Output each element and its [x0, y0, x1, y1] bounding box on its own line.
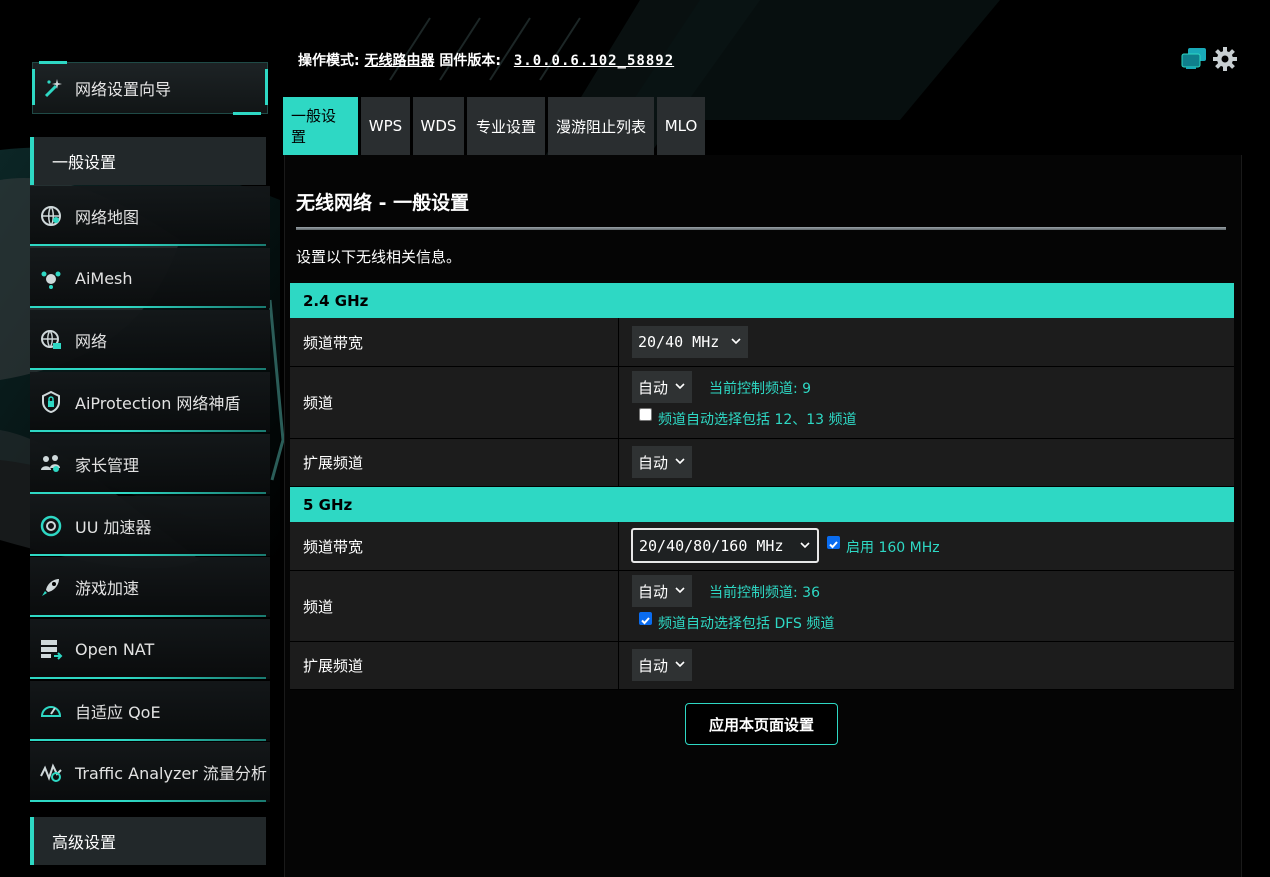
sidebar-item-label: AiMesh — [75, 268, 133, 288]
sidebar-item-traffic-analyzer[interactable]: Traffic Analyzer 流量分析 — [30, 742, 270, 802]
channel-label: 频道 — [290, 571, 619, 641]
chevron-down-icon — [675, 587, 685, 594]
bandwidth-label: 频道带宽 — [290, 522, 619, 570]
title-divider — [296, 227, 1226, 230]
chevron-down-icon — [675, 383, 685, 390]
auto-include-dfs-checkbox[interactable] — [639, 612, 652, 625]
chevron-down-icon — [731, 338, 741, 345]
section-advanced-settings[interactable]: 高级设置 — [30, 817, 266, 865]
page-description: 设置以下无线相关信息。 — [296, 248, 462, 266]
chevron-down-icon — [675, 458, 685, 465]
sidebar-item-label: 网络地图 — [75, 208, 140, 227]
aimesh-icon — [38, 265, 64, 291]
traffic-analyzer-icon — [38, 759, 64, 785]
sidebar-item-network[interactable]: 网络 — [30, 310, 270, 370]
current-channel-5: 当前控制频道: 36 — [709, 585, 820, 601]
enable-160mhz-label[interactable]: 启用 160 MHz — [846, 537, 940, 557]
sidebar-item-aiprotection[interactable]: AiProtection 网络神盾 — [30, 372, 270, 432]
sidebar: 网络设置向导 一般设置 网络地图 AiMesh 网络 AiProtection … — [0, 0, 280, 877]
chevron-down-icon — [800, 542, 810, 549]
extension-channel-label: 扩展频道 — [290, 439, 619, 486]
channel-24-value: 自动 — [638, 378, 669, 397]
bandwidth-label: 频道带宽 — [290, 318, 619, 366]
speedometer-icon — [38, 698, 64, 724]
chevron-down-icon — [675, 661, 685, 668]
sidebar-item-adaptive-qoe[interactable]: 自适应 QoE — [30, 681, 270, 741]
sidebar-item-parental-control[interactable]: 家长管理 — [30, 434, 270, 494]
sidebar-item-label: 家长管理 — [75, 456, 140, 475]
sidebar-item-label: Traffic Analyzer 流量分析 — [75, 764, 267, 783]
sidebar-item-label: 自适应 QoE — [75, 703, 161, 722]
wizard-wand-icon — [41, 75, 67, 101]
tab-roaming-block-list[interactable]: 漫游阻止列表 — [548, 97, 654, 155]
enable-160mhz-checkbox[interactable] — [827, 536, 840, 549]
globe-map-icon — [38, 203, 64, 229]
uu-accelerator-icon — [38, 513, 64, 539]
network-setup-wizard-button[interactable]: 网络设置向导 — [32, 61, 268, 115]
auto-include-dfs-label[interactable]: 频道自动选择包括 DFS 频道 — [658, 613, 834, 633]
sidebar-item-game-boost[interactable]: 游戏加速 — [30, 557, 270, 617]
extension-5-select[interactable]: 自动 — [632, 649, 692, 681]
operation-mode-link[interactable]: 无线路由器 — [364, 53, 434, 69]
band-header-24ghz: 2.4 GHz — [290, 283, 1234, 318]
operation-mode-label: 操作模式: — [298, 53, 360, 69]
sidebar-item-label: Open NAT — [75, 639, 155, 659]
channel-5-value: 自动 — [638, 582, 669, 601]
sidebar-item-label: AiProtection 网络神盾 — [75, 394, 241, 413]
open-nat-icon — [38, 636, 64, 662]
bandwidth-5-select[interactable]: 20/40/80/160 MHz — [631, 528, 819, 563]
firmware-label: 固件版本: — [439, 53, 501, 69]
extension-24-select[interactable]: 自动 — [632, 446, 692, 478]
tab-general[interactable]: 一般设置 — [283, 97, 358, 155]
row-24-extension: 扩展频道 自动 — [290, 439, 1234, 487]
bandwidth-5-value: 20/40/80/160 MHz — [639, 536, 784, 555]
row-5-bandwidth: 频道带宽 20/40/80/160 MHz 启用 160 MHz — [290, 522, 1234, 571]
status-bar: 操作模式: 无线路由器 固件版本: 3.0.0.6.102_58892 — [298, 50, 674, 70]
row-24-bandwidth: 频道带宽 20/40 MHz — [290, 318, 1234, 367]
sidebar-item-label: UU 加速器 — [75, 518, 152, 537]
top-icons — [1180, 46, 1238, 76]
wizard-label: 网络设置向导 — [75, 80, 172, 99]
current-channel-24: 当前控制频道: 9 — [709, 381, 812, 397]
channel-5-select[interactable]: 自动 — [632, 575, 692, 607]
bandwidth-24-value: 20/40 MHz — [638, 333, 720, 351]
page-title: 无线网络 - 一般设置 — [296, 192, 470, 214]
family-icon — [38, 451, 64, 477]
channel-24-select[interactable]: 自动 — [632, 371, 692, 403]
rocket-icon — [38, 574, 64, 600]
row-5-extension: 扩展频道 自动 — [290, 642, 1234, 690]
extension-5-value: 自动 — [638, 656, 669, 675]
wizard-frame-left — [32, 69, 35, 105]
row-24-channel: 频道 自动 当前控制频道: 9 频道自动选择包括 12、13 频道 — [290, 367, 1234, 439]
auto-include-12-13-checkbox[interactable] — [639, 408, 652, 421]
tab-bar: 一般设置 WPS WDS 专业设置 漫游阻止列表 MLO — [283, 97, 705, 155]
sidebar-item-network-map[interactable]: 网络地图 — [30, 186, 270, 246]
wizard-frame-right — [265, 69, 268, 105]
auto-include-12-13-label[interactable]: 频道自动选择包括 12、13 频道 — [658, 409, 857, 429]
tab-mlo[interactable]: MLO — [657, 97, 705, 155]
tab-wds[interactable]: WDS — [413, 97, 464, 155]
sidebar-item-aimesh[interactable]: AiMesh — [30, 248, 270, 308]
devices-icon[interactable] — [1180, 46, 1208, 76]
shield-lock-icon — [38, 389, 64, 415]
sidebar-item-label: 网络 — [75, 332, 108, 351]
sidebar-item-label: 游戏加速 — [75, 579, 140, 598]
sidebar-item-open-nat[interactable]: Open NAT — [30, 619, 270, 679]
tab-wps[interactable]: WPS — [361, 97, 410, 155]
settings-gear-icon[interactable] — [1212, 46, 1238, 76]
apply-settings-button[interactable]: 应用本页面设置 — [685, 703, 838, 745]
extension-channel-label: 扩展频道 — [290, 642, 619, 689]
firmware-version-link[interactable]: 3.0.0.6.102_58892 — [514, 53, 674, 69]
band-header-5ghz: 5 GHz — [290, 487, 1234, 522]
sidebar-item-uu-accelerator[interactable]: UU 加速器 — [30, 496, 270, 556]
extension-24-value: 自动 — [638, 453, 669, 472]
row-5-channel: 频道 自动 当前控制频道: 36 频道自动选择包括 DFS 频道 — [290, 571, 1234, 642]
channel-label: 频道 — [290, 367, 619, 438]
checkmark-icon — [641, 617, 650, 625]
bandwidth-24-select[interactable]: 20/40 MHz — [632, 326, 748, 358]
tab-professional[interactable]: 专业设置 — [467, 97, 545, 155]
section-general-settings[interactable]: 一般设置 — [30, 137, 266, 185]
network-globe-icon — [38, 327, 64, 353]
checkmark-icon — [829, 541, 838, 549]
